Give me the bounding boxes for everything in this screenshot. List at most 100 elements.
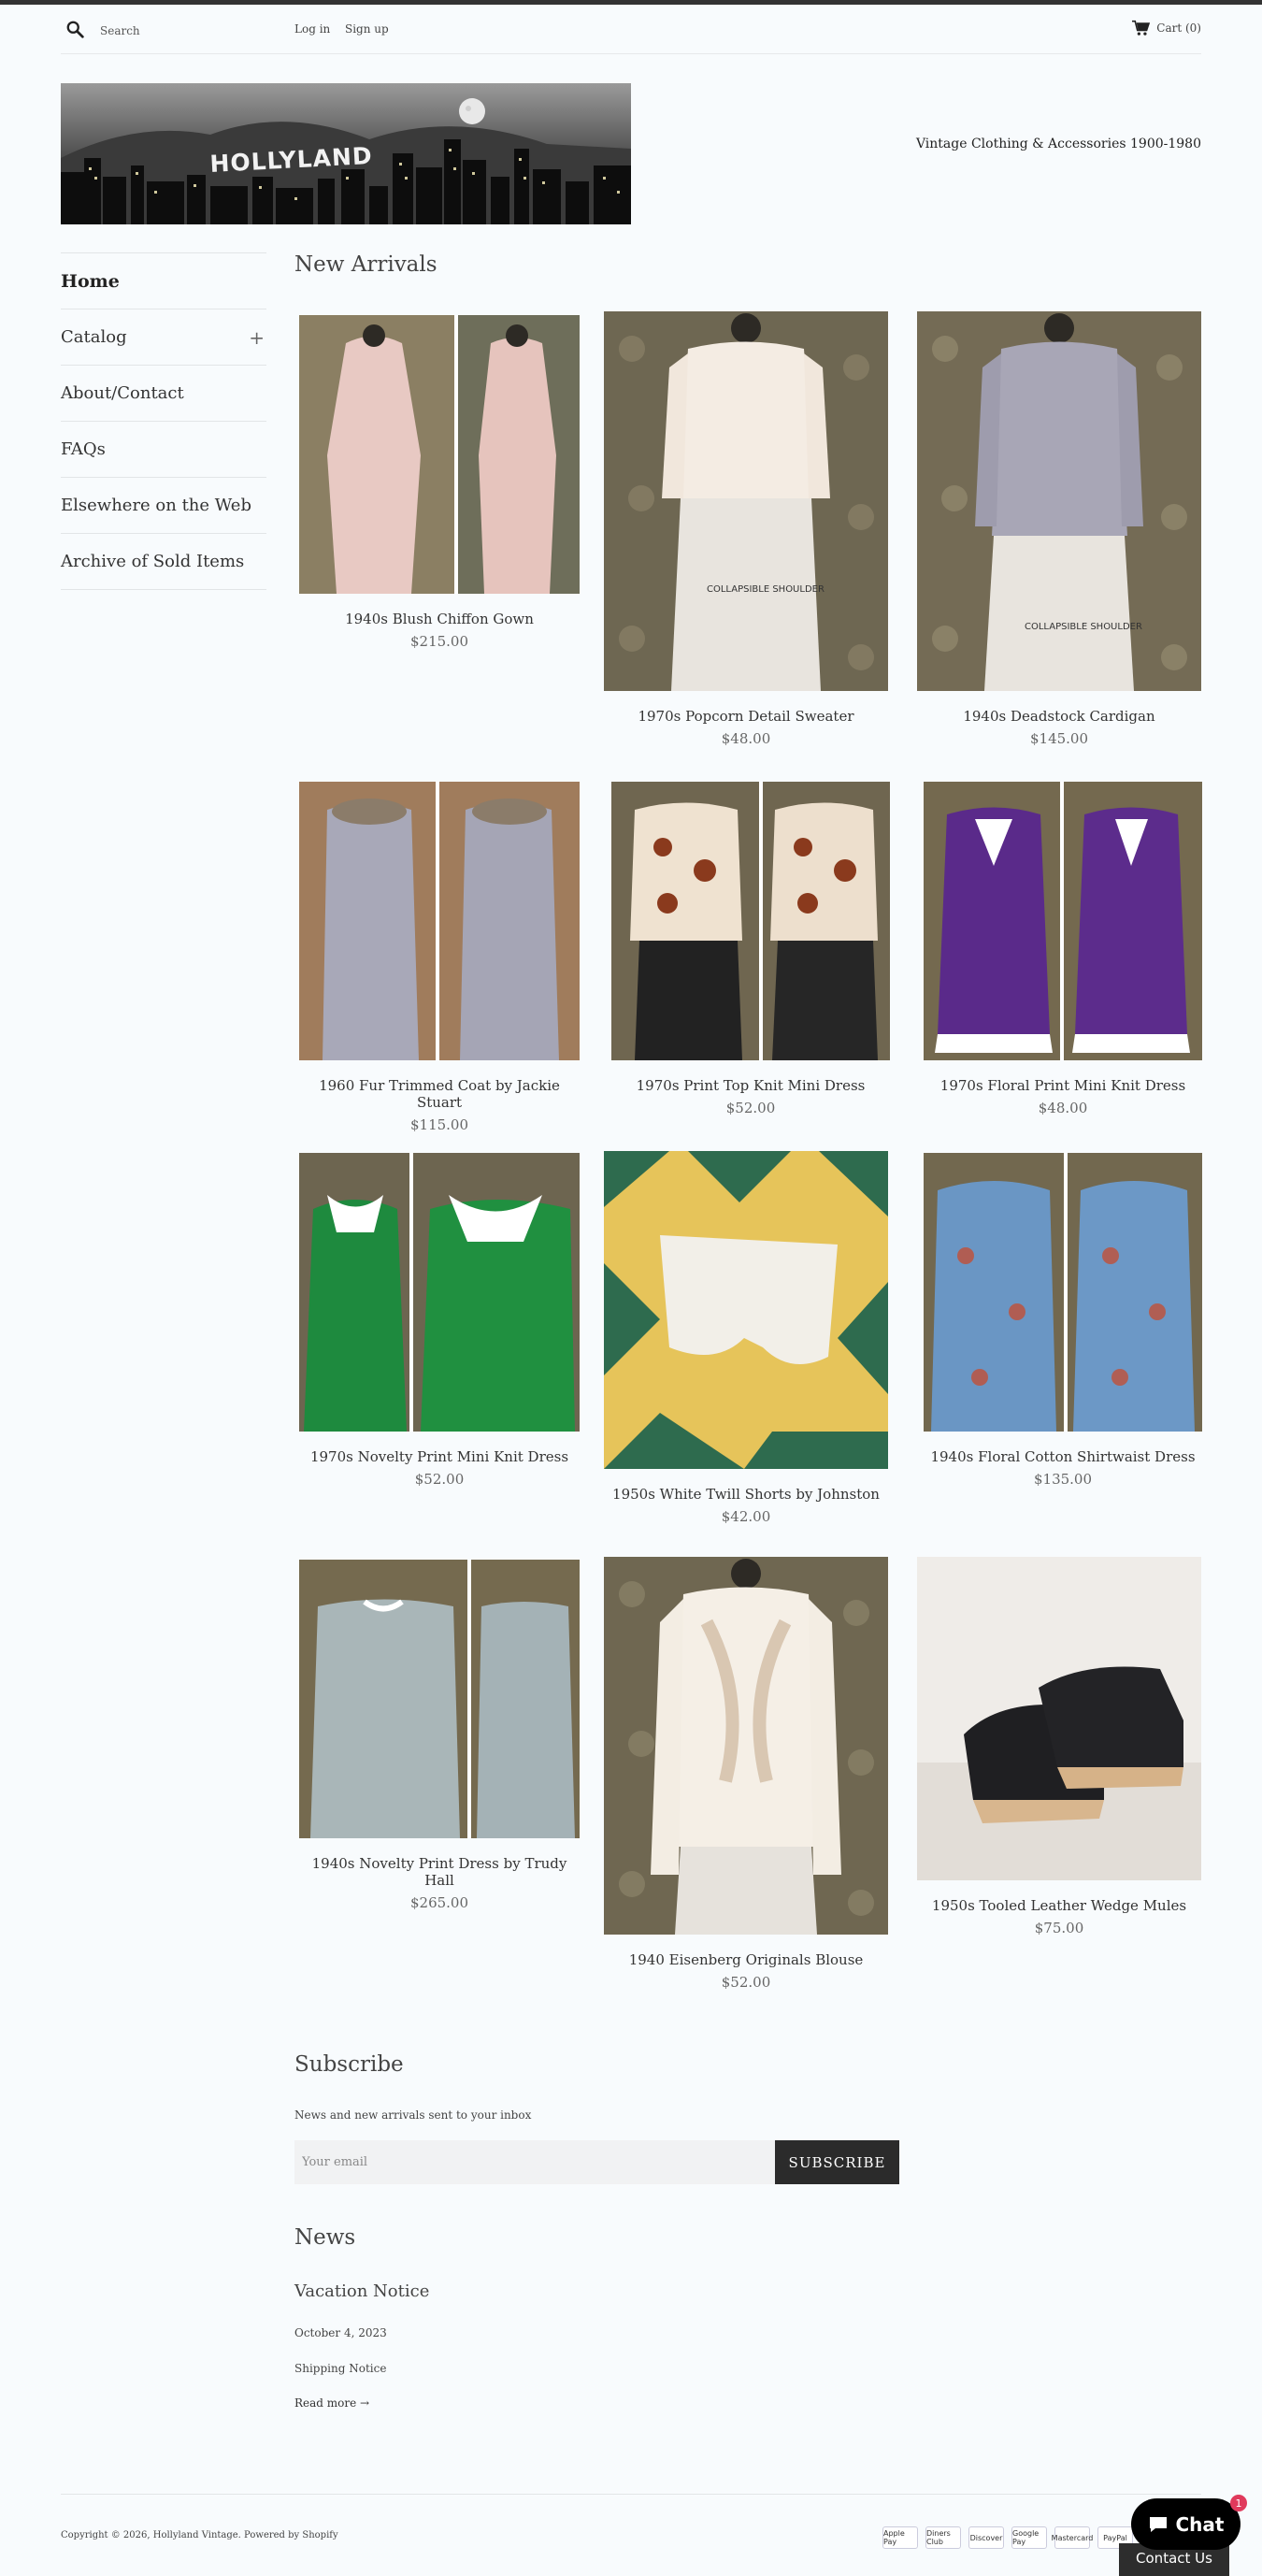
search-icon[interactable]	[65, 20, 86, 40]
payment-icons: Apple Pay Diners Club Discover Google Pa…	[882, 2526, 1133, 2549]
subscribe-section: Subscribe News and new arrivals sent to …	[294, 2052, 949, 2184]
product-image[interactable]	[297, 782, 581, 1060]
product-name[interactable]: 1970s Print Top Knit Mini Dress	[609, 1077, 893, 1094]
sidebar-item-label: Catalog	[61, 327, 127, 347]
svg-text:COLLAPSIBLE SHOULDER: COLLAPSIBLE SHOULDER	[1025, 622, 1142, 632]
product-name[interactable]: 1940s Novelty Print Dress by Trudy Hall	[297, 1855, 581, 1889]
product-card[interactable]: 1970s Floral Print Mini Knit Dress $48.0…	[921, 782, 1205, 1116]
product-name[interactable]: 1940s Deadstock Cardigan	[917, 708, 1201, 725]
product-image[interactable]: COLLAPSIBLE SHOULDER	[604, 311, 888, 691]
sidebar-item-label: FAQs	[61, 439, 106, 459]
product-price: $42.00	[721, 1508, 771, 1525]
news-post-title[interactable]: Vacation Notice	[294, 2281, 949, 2301]
product-name[interactable]: 1960 Fur Trimmed Coat by Jackie Stuart	[297, 1077, 581, 1111]
product-card[interactable]: COLLAPSIBLE SHOULDER 1940s Deadstock Car…	[917, 311, 1201, 747]
mastercard-icon: Mastercard	[1052, 2526, 1093, 2549]
chat-notification-badge: 1	[1230, 2495, 1247, 2511]
product-name[interactable]: 1970s Floral Print Mini Knit Dress	[921, 1077, 1205, 1094]
product-price: $48.00	[1038, 1100, 1088, 1116]
hollyland-skyline-logo: HOLLYLAND	[61, 83, 631, 224]
product-card[interactable]: 1940 Eisenberg Originals Blouse $52.00	[604, 1557, 888, 1991]
chat-bubble-icon	[1149, 2516, 1167, 2532]
product-price: $215.00	[409, 633, 469, 650]
product-price: $48.00	[721, 730, 771, 747]
page-title: New Arrivals	[294, 252, 437, 277]
cart-icon	[1132, 20, 1151, 36]
copyright-text: Copyright © 2026, Hollyland Vintage. Pow…	[61, 2530, 338, 2540]
product-name[interactable]: 1940s Blush Chiffon Gown	[297, 611, 581, 627]
subscribe-form: SUBSCRIBE	[294, 2140, 899, 2184]
product-image[interactable]	[297, 1153, 581, 1432]
product-name[interactable]: 1940s Floral Cotton Shirtwaist Dress	[921, 1448, 1205, 1465]
product-card[interactable]: 1950s White Twill Shorts by Johnston $42…	[604, 1151, 888, 1525]
news-title: News	[294, 2225, 356, 2250]
product-name[interactable]: 1970s Popcorn Detail Sweater	[604, 708, 888, 725]
chat-button[interactable]: Chat	[1131, 2498, 1240, 2550]
subscribe-button[interactable]: SUBSCRIBE	[775, 2140, 899, 2184]
discover-icon: Discover	[968, 2526, 1004, 2549]
product-card[interactable]: 1940s Novelty Print Dress by Trudy Hall …	[297, 1560, 581, 1911]
sidebar-item-elsewhere[interactable]: Elsewhere on the Web	[61, 478, 266, 534]
product-image[interactable]	[609, 782, 893, 1060]
product-image[interactable]	[917, 1557, 1201, 1880]
sidebar-item-catalog[interactable]: Catalog +	[61, 309, 266, 366]
sidebar-item-archive[interactable]: Archive of Sold Items	[61, 534, 266, 590]
product-image[interactable]	[921, 782, 1205, 1060]
product-card[interactable]: 1950s Tooled Leather Wedge Mules $75.00	[917, 1557, 1201, 1936]
site-tagline: Vintage Clothing & Accessories 1900-1980	[915, 137, 1201, 151]
read-more-link[interactable]: Read more →	[294, 2396, 949, 2410]
sidebar-nav: Home Catalog + About/Contact FAQs Elsewh…	[61, 252, 266, 590]
diners-club-icon: Diners Club	[925, 2526, 961, 2549]
product-name[interactable]: 1950s White Twill Shorts by Johnston	[604, 1486, 888, 1503]
main-content: New Arrivals	[294, 252, 1201, 277]
product-card[interactable]: COLLAPSIBLE SHOULDER 1970s Popcorn Detai…	[604, 311, 888, 747]
product-card[interactable]: 1940s Blush Chiffon Gown $215.00	[297, 315, 581, 650]
cart-link[interactable]: Cart (0)	[1131, 20, 1201, 36]
product-price: $145.00	[1029, 730, 1089, 747]
product-name[interactable]: 1940 Eisenberg Originals Blouse	[604, 1951, 888, 1968]
news-section: News Vacation Notice October 4, 2023 Shi…	[294, 2225, 949, 2410]
sidebar-item-label: Home	[61, 270, 120, 292]
subscribe-subtitle: News and new arrivals sent to your inbox	[294, 2108, 532, 2122]
product-card[interactable]: 1940s Floral Cotton Shirtwaist Dress $13…	[921, 1153, 1205, 1488]
svg-text:COLLAPSIBLE SHOULDER: COLLAPSIBLE SHOULDER	[707, 584, 825, 595]
product-card[interactable]: 1960 Fur Trimmed Coat by Jackie Stuart $…	[297, 782, 581, 1133]
header: Log in Sign up Cart (0)	[61, 17, 1201, 54]
product-price: $52.00	[721, 1974, 771, 1991]
product-image[interactable]	[921, 1153, 1205, 1432]
sidebar-item-label: About/Contact	[61, 383, 184, 403]
subscribe-title: Subscribe	[294, 2052, 404, 2077]
product-name[interactable]: 1950s Tooled Leather Wedge Mules	[917, 1897, 1201, 1914]
sidebar-item-home[interactable]: Home	[61, 253, 266, 309]
site-logo[interactable]: HOLLYLAND	[61, 83, 631, 224]
expand-plus-icon[interactable]: +	[249, 326, 265, 349]
product-image[interactable]	[297, 315, 581, 594]
product-image[interactable]	[604, 1557, 888, 1935]
login-link[interactable]: Log in	[294, 22, 330, 36]
product-price: $52.00	[414, 1471, 465, 1488]
apple-pay-icon: Apple Pay	[882, 2526, 918, 2549]
sidebar-item-about-contact[interactable]: About/Contact	[61, 366, 266, 422]
chat-label: Chat	[1175, 2512, 1225, 2536]
email-input[interactable]	[294, 2140, 775, 2184]
sidebar-item-faqs[interactable]: FAQs	[61, 422, 266, 478]
product-image[interactable]	[604, 1151, 888, 1469]
top-border	[0, 0, 1262, 5]
product-image[interactable]: COLLAPSIBLE SHOULDER	[917, 311, 1201, 691]
product-price: $265.00	[409, 1894, 469, 1911]
search-input[interactable]	[100, 21, 287, 41]
product-price: $115.00	[409, 1116, 469, 1133]
footer-divider	[61, 2494, 1201, 2495]
product-card[interactable]: 1970s Print Top Knit Mini Dress $52.00	[609, 782, 893, 1116]
product-image[interactable]	[297, 1560, 581, 1838]
product-price: $75.00	[1034, 1920, 1084, 1936]
news-post-date: October 4, 2023	[294, 2326, 387, 2339]
product-price: $52.00	[725, 1100, 776, 1116]
sidebar-item-label: Archive of Sold Items	[61, 552, 245, 571]
product-name[interactable]: 1970s Novelty Print Mini Knit Dress	[297, 1448, 581, 1465]
signup-link[interactable]: Sign up	[345, 22, 389, 36]
product-card[interactable]: 1970s Novelty Print Mini Knit Dress $52.…	[297, 1153, 581, 1488]
news-post-excerpt: Shipping Notice	[294, 2362, 387, 2375]
sidebar-item-label: Elsewhere on the Web	[61, 496, 251, 515]
cart-label: Cart (0)	[1156, 22, 1201, 35]
